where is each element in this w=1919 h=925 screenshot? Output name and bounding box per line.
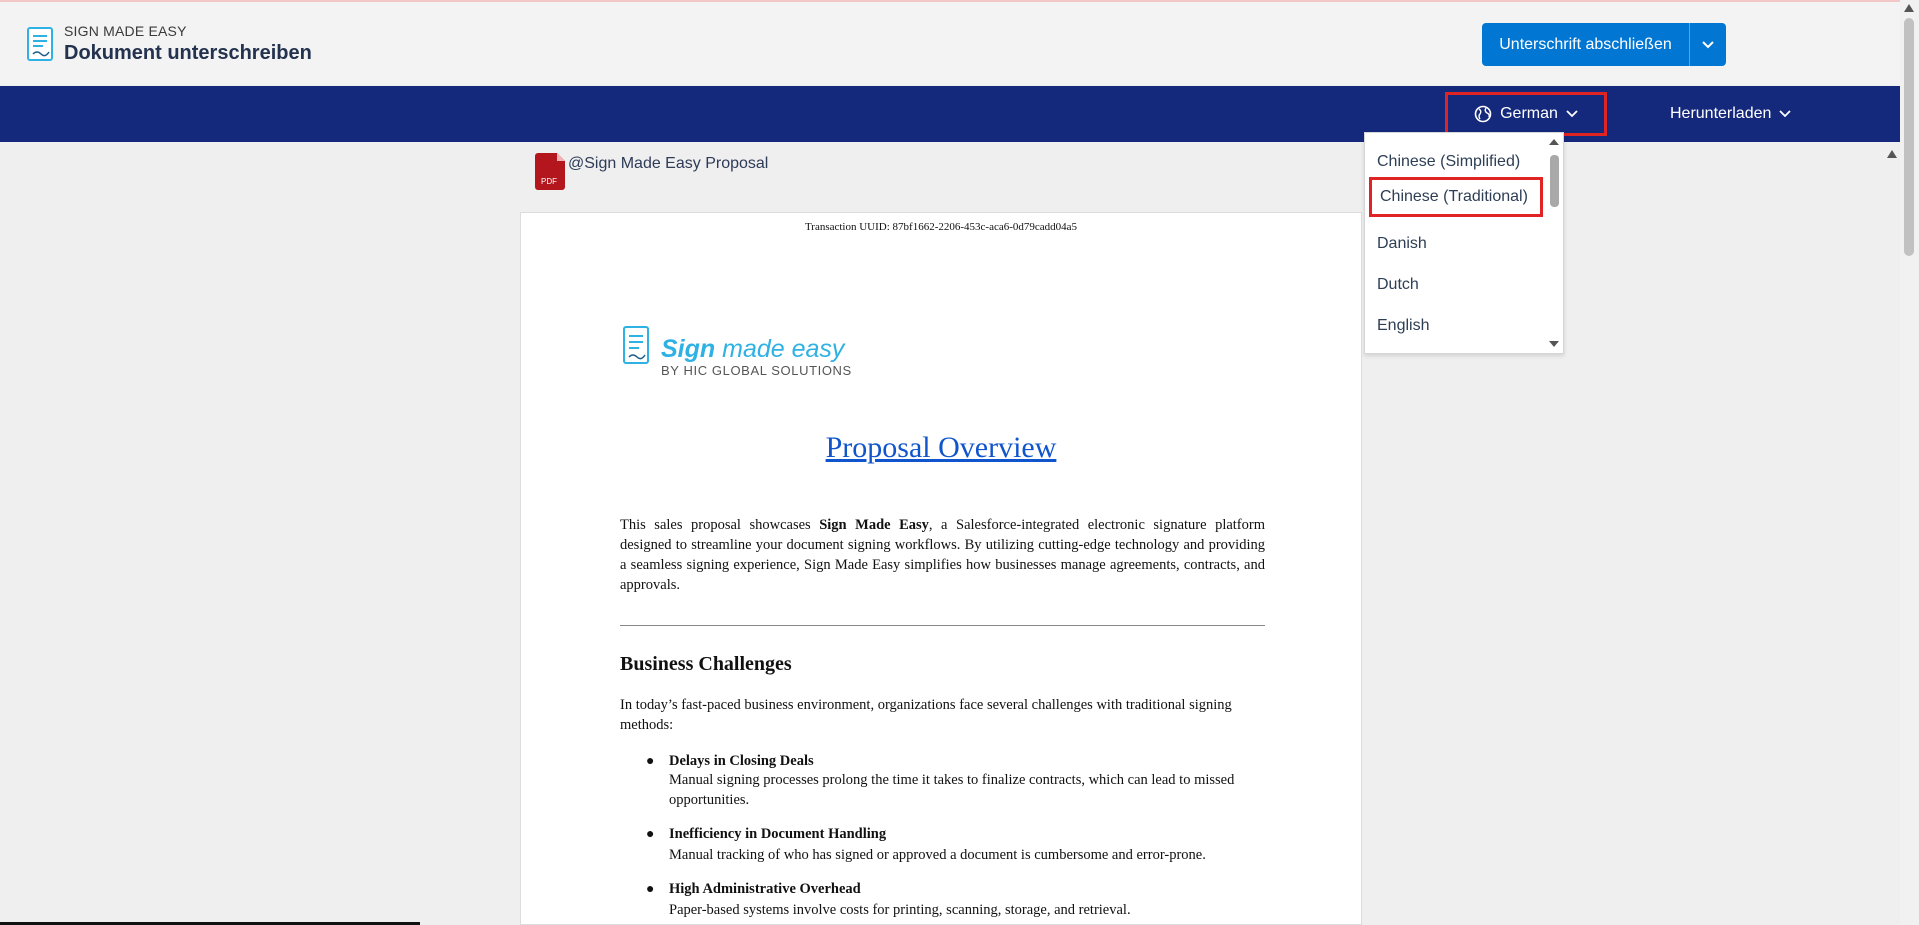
language-option[interactable]: Dutch <box>1377 276 1419 294</box>
bullet-dot: ● <box>646 827 655 842</box>
download-menu-button[interactable]: Herunterladen <box>1670 92 1792 136</box>
document-title: Proposal Overview <box>825 431 1057 464</box>
page-scroll-thumb[interactable] <box>1904 18 1914 256</box>
file-name[interactable]: @Sign Made Easy Proposal <box>568 155 768 173</box>
globe-icon <box>1474 105 1492 123</box>
app-name: SIGN MADE EASY <box>64 23 187 39</box>
document-page: Transaction UUID: 87bf1662-2206-453c-aca… <box>520 212 1362 925</box>
transaction-uuid: Transaction UUID: 87bf1662-2206-453c-aca… <box>804 221 1078 233</box>
overview-paragraph: This sales proposal showcases Sign Made … <box>620 517 1265 593</box>
bullet-text: Manual signing processes prolong the tim… <box>669 772 1235 808</box>
pdf-label: PDF <box>541 177 557 186</box>
language-option[interactable]: English <box>1377 317 1429 335</box>
bullet-title: Inefficiency in Document Handling <box>669 826 887 842</box>
dropdown-scrollbar[interactable] <box>1545 133 1563 353</box>
bullet-text: Manual tracking of who has signed or app… <box>669 847 1206 863</box>
document-sign-icon <box>27 27 53 61</box>
section-intro: In today’s fast-paced business environme… <box>620 697 1232 733</box>
top-navbar: German Herunterladen <box>0 86 1900 142</box>
scroll-up-arrow-icon[interactable] <box>1904 4 1914 12</box>
language-selected-label: German <box>1500 105 1558 122</box>
logo-wordmark: Sign made easy <box>661 335 845 363</box>
section-heading: Business Challenges <box>620 653 792 675</box>
scroll-up-arrow-icon[interactable] <box>1548 138 1560 146</box>
bullet-dot: ● <box>646 754 655 769</box>
dropdown-scroll-thumb[interactable] <box>1550 155 1559 207</box>
bullet-title: Delays in Closing Deals <box>669 753 814 769</box>
language-option[interactable]: Danish <box>1377 235 1427 253</box>
page-scrollbar[interactable] <box>1900 0 1919 925</box>
language-selector-button[interactable]: German <box>1445 92 1607 136</box>
panel-scroll-up-icon[interactable] <box>1887 150 1897 158</box>
chevron-down-icon[interactable] <box>1690 23 1726 66</box>
language-option-highlighted[interactable]: Chinese (Traditional) <box>1369 177 1543 217</box>
pdf-file-icon[interactable]: PDF <box>535 153 565 190</box>
bullet-text: Paper-based systems involve costs for pr… <box>669 902 1131 918</box>
app-header: SIGN MADE EASY Dokument unterschreiben U… <box>0 0 1900 85</box>
bullet-dot: ● <box>646 882 655 897</box>
language-dropdown[interactable]: Chinese (Simplified) Chinese (Traditiona… <box>1364 132 1564 354</box>
chevron-down-icon <box>1566 110 1578 118</box>
scroll-down-arrow-icon[interactable] <box>1548 340 1560 348</box>
download-label: Herunterladen <box>1670 105 1772 122</box>
section-divider <box>620 625 1265 626</box>
logo-subtitle: BY HIC GLOBAL SOLUTIONS <box>661 363 852 378</box>
bullet-title: High Administrative Overhead <box>669 881 861 897</box>
chevron-down-icon <box>1779 110 1792 118</box>
document-sign-icon <box>623 326 649 364</box>
language-option[interactable]: Chinese (Simplified) <box>1377 153 1520 171</box>
finish-signing-label[interactable]: Unterschrift abschließen <box>1482 23 1690 66</box>
finish-signing-button[interactable]: Unterschrift abschließen <box>1482 23 1726 66</box>
page-title: Dokument unterschreiben <box>64 42 312 64</box>
